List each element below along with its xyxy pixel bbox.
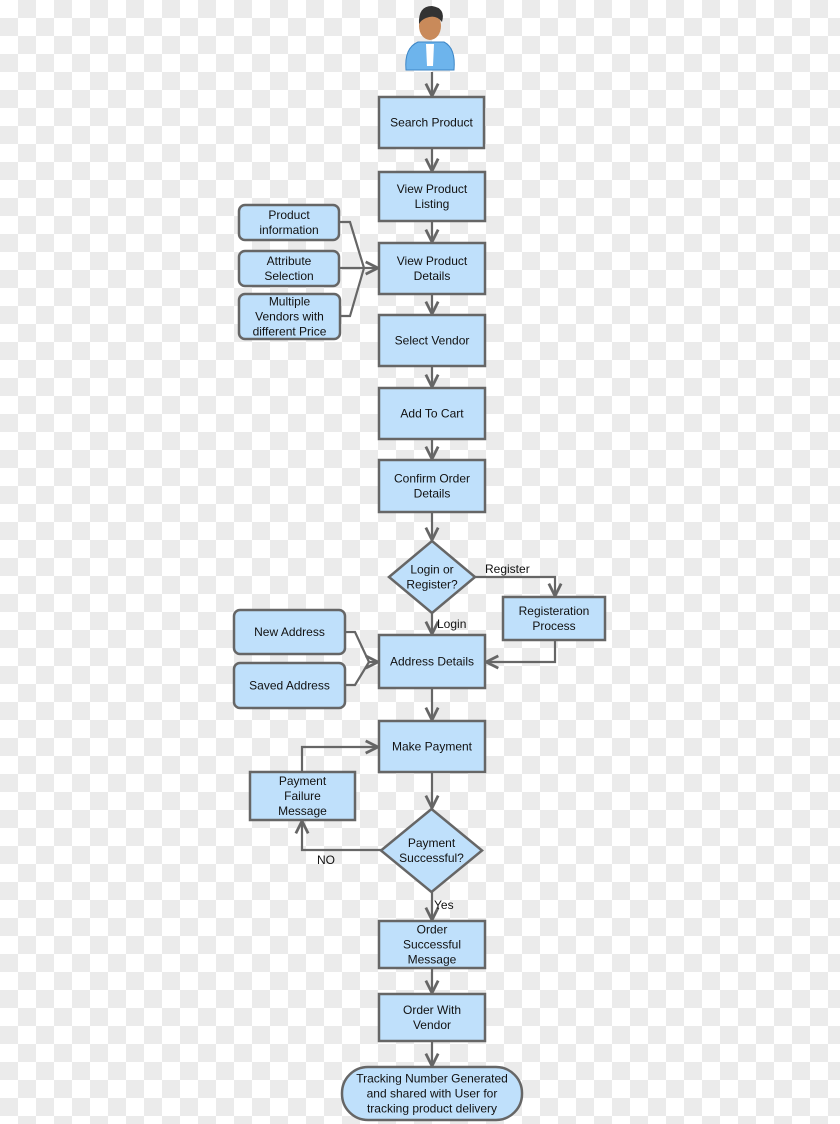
user-avatar-icon [405, 6, 455, 71]
node-label-line: Tracking Number Generated [356, 1072, 508, 1086]
node-new-address: New Address [232, 608, 347, 656]
node-label-line: Vendor [413, 1018, 451, 1032]
node-search-product: Search Product [377, 95, 486, 150]
node-label-line: Registeration [519, 604, 590, 618]
node-label: Add To Cart [400, 407, 464, 421]
node-login-register: Login or Register? [387, 539, 477, 615]
node-label-line: New Address [254, 625, 325, 639]
edge-label-no: NO [317, 853, 335, 867]
node-label: Login or Register? [406, 563, 458, 592]
node-label-line: Search Product [390, 116, 473, 130]
node-label-line: View Product [397, 182, 468, 196]
node-label-line: Failure [284, 789, 321, 803]
node-label-line: Product [268, 208, 310, 222]
node-label-line: information [259, 223, 318, 237]
node-label: Address Details [390, 655, 474, 669]
node-label: Payment Successful? [399, 836, 464, 865]
node-label-line: Confirm Order [394, 472, 470, 486]
node-order-success: Order Successful Message [377, 919, 487, 970]
node-label-line: Listing [415, 197, 450, 211]
edge-label-yes: Yes [434, 898, 454, 912]
node-label-line: Register? [406, 578, 458, 592]
node-label-line: Order With [403, 1003, 461, 1017]
node-label-line: Message [278, 804, 327, 818]
node-label: Attribute Selection [264, 254, 313, 283]
node-label-line: Login or [410, 563, 453, 577]
node-label: Saved Address [249, 679, 330, 693]
node-make-payment: Make Payment [377, 719, 487, 774]
node-view-listing: View Product Listing [377, 170, 487, 223]
node-add-to-cart: Add To Cart [377, 386, 487, 441]
edge-label-login: Login [437, 617, 466, 631]
node-label: New Address [254, 625, 325, 639]
node-label-line: Saved Address [249, 679, 330, 693]
node-label-line: and shared with User for [367, 1087, 498, 1101]
node-label-line: Select Vendor [395, 334, 470, 348]
node-multiple-vendors: Multiple Vendors with different Price [237, 292, 342, 341]
node-label-line: Order [417, 923, 448, 937]
node-label-line: Selection [264, 269, 313, 283]
node-label-line: Successful [403, 938, 461, 952]
node-label-line: Details [414, 487, 451, 501]
node-product-info: Product information [237, 203, 341, 242]
node-label-line: Details [414, 269, 451, 283]
node-label-line: Successful? [399, 851, 464, 865]
node-label-line: Multiple [269, 295, 311, 309]
node-confirm-order: Confirm Order Details [377, 458, 487, 514]
node-label-line: Attribute [267, 254, 312, 268]
node-label: Payment Failure Message [278, 774, 327, 818]
node-attribute-selection: Attribute Selection [237, 249, 341, 288]
node-label-line: Make Payment [392, 740, 473, 754]
flowchart: Register Login NO Yes Search Product View… [232, 6, 607, 1122]
node-label: Tracking Number Generated and shared with… [356, 1072, 508, 1116]
node-label-line: different Price [253, 325, 327, 339]
node-label-line: Payment [408, 836, 456, 850]
node-saved-address: Saved Address [232, 661, 347, 710]
node-view-details: View Product Details [377, 241, 487, 296]
node-label: Make Payment [392, 740, 473, 754]
node-label-line: Vendors with [255, 310, 324, 324]
node-tracking: Tracking Number Generated and shared with… [340, 1065, 524, 1122]
node-label-line: Add To Cart [400, 407, 464, 421]
node-order-vendor: Order With Vendor [377, 992, 487, 1043]
node-payment-successful: Payment Successful? [379, 807, 484, 894]
node-label-line: Address Details [390, 655, 474, 669]
edge-label-register: Register [485, 562, 530, 576]
node-label: Select Vendor [395, 334, 470, 348]
node-address-details: Address Details [377, 633, 487, 690]
node-registration: Registeration Process [501, 595, 607, 642]
node-label: Search Product [390, 116, 473, 130]
node-select-vendor: Select Vendor [377, 313, 487, 368]
node-label-line: tracking product delivery [367, 1102, 497, 1116]
node-payment-failure: Payment Failure Message [248, 770, 357, 822]
node-label-line: Payment [279, 774, 327, 788]
node-label-line: Process [532, 619, 575, 633]
node-label-line: View Product [397, 254, 468, 268]
node-label-line: Message [408, 953, 457, 967]
